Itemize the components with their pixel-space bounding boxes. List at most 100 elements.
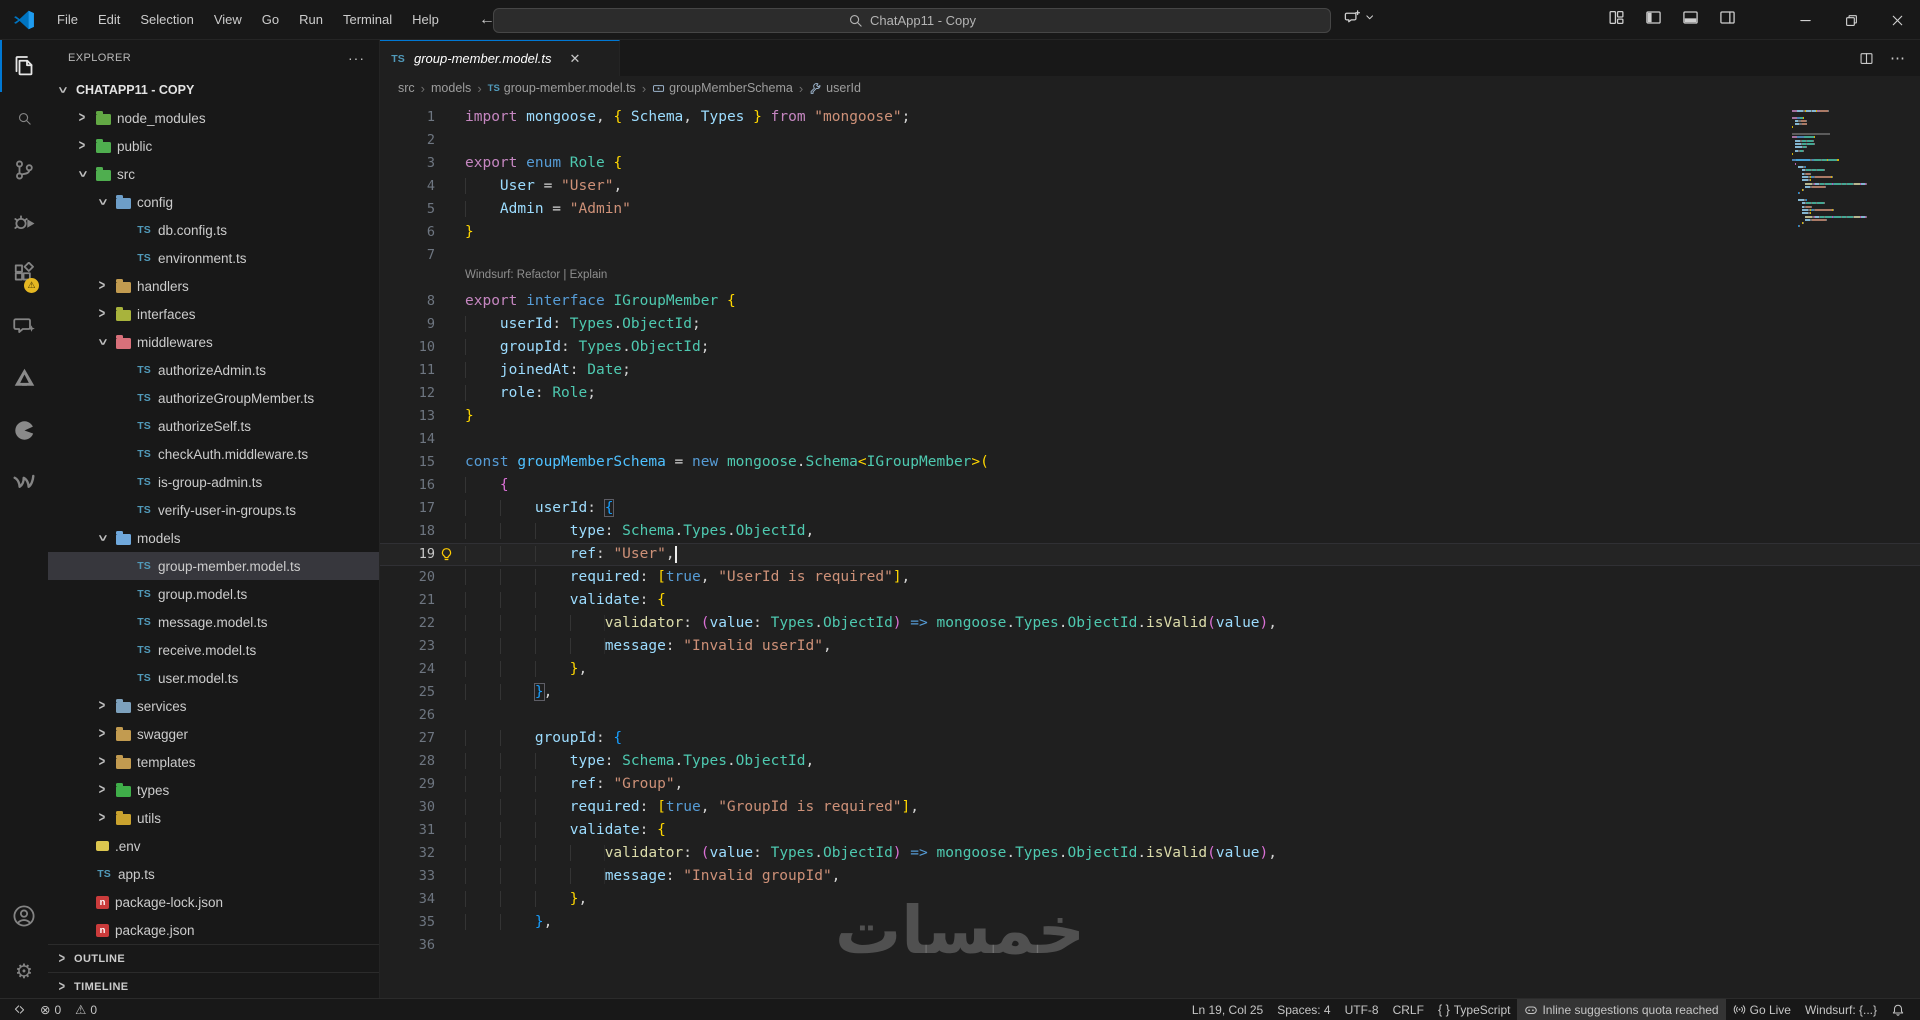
status-language-mode[interactable]: { } TypeScript [1431, 999, 1518, 1020]
tree-item-middlewares[interactable]: > middlewares [48, 328, 379, 356]
breadcrumb-userid[interactable]: userId [809, 81, 861, 95]
code-line-23[interactable]: 23 message: "Invalid userId", [380, 635, 1920, 658]
tree-item--env[interactable]: .env [48, 832, 379, 860]
status-remote-indicator[interactable] [6, 999, 33, 1020]
tree-item-models[interactable]: > models [48, 524, 379, 552]
status-cursor-position[interactable]: Ln 19, Col 25 [1185, 999, 1270, 1020]
activity-item-extensions[interactable]: ⚠ [0, 248, 48, 300]
tree-item-public[interactable]: > public [48, 132, 379, 160]
tree-item-message-model-ts[interactable]: TS message.model.ts [48, 608, 379, 636]
toggle-secondary-sidebar-icon[interactable] [1719, 9, 1736, 26]
tree-item-templates[interactable]: > templates [48, 748, 379, 776]
tree-root-folder[interactable]: > CHATAPP11 - COPY [48, 76, 379, 104]
breadcrumb-group-member-model-ts[interactable]: TS group-member.model.ts [488, 81, 636, 95]
chevron-collapsed-icon[interactable]: > [54, 979, 70, 995]
tree-item-interfaces[interactable]: > interfaces [48, 300, 379, 328]
lightbulb-icon[interactable] [439, 547, 454, 562]
tree-item-types[interactable]: > types [48, 776, 379, 804]
tree-item-package-json[interactable]: n package.json [48, 916, 379, 944]
breadcrumb-src[interactable]: src [398, 81, 415, 95]
chevron-expanded-icon[interactable]: > [54, 82, 70, 98]
code-line-4[interactable]: 4 User = "User", [380, 175, 1920, 198]
codelens-windsurf[interactable]: Windsurf: Refactor | Explain [380, 267, 1920, 290]
code-line-35[interactable]: 35 }, [380, 911, 1920, 934]
tree-item-swagger[interactable]: > swagger [48, 720, 379, 748]
tree-item-config[interactable]: > config [48, 188, 379, 216]
code-line-32[interactable]: 32 validator: (value: Types.ObjectId) =>… [380, 842, 1920, 865]
chevron-collapsed-icon[interactable]: > [74, 138, 90, 154]
status-go-live[interactable]: Go Live [1726, 999, 1798, 1020]
code-line-33[interactable]: 33 message: "Invalid groupId", [380, 865, 1920, 888]
code-line-10[interactable]: 10 groupId: Types.ObjectId; [380, 336, 1920, 359]
editor-more-actions-icon[interactable]: ⋯ [1890, 49, 1906, 67]
tree-item-is-group-admin-ts[interactable]: TS is-group-admin.ts [48, 468, 379, 496]
code-line-17[interactable]: 17 userId: { [380, 497, 1920, 520]
chevron-collapsed-icon[interactable]: > [54, 951, 70, 967]
chevron-down-icon[interactable] [1364, 11, 1377, 24]
status-notifications[interactable] [1884, 999, 1912, 1020]
menu-view[interactable]: View [204, 0, 252, 40]
code-line-9[interactable]: 9 userId: Types.ObjectId; [380, 313, 1920, 336]
code-line-36[interactable]: 36 [380, 934, 1920, 957]
breadcrumb-groupmemberschema[interactable]: groupMemberSchema [652, 81, 793, 95]
tree-item-group-model-ts[interactable]: TS group.model.ts [48, 580, 379, 608]
code-line-30[interactable]: 30 required: [true, "GroupId is required… [380, 796, 1920, 819]
status-encoding[interactable]: UTF-8 [1338, 999, 1386, 1020]
code-line-31[interactable]: 31 validate: { [380, 819, 1920, 842]
chevron-collapsed-icon[interactable]: > [74, 110, 90, 126]
code-line-28[interactable]: 28 type: Schema.Types.ObjectId, [380, 750, 1920, 773]
tree-item-authorizeself-ts[interactable]: TS authorizeSelf.ts [48, 412, 379, 440]
chevron-expanded-icon[interactable]: > [74, 166, 90, 182]
code-line-20[interactable]: 20 required: [true, "UserId is required"… [380, 566, 1920, 589]
activity-item-accounts[interactable] [0, 890, 48, 942]
menu-file[interactable]: File [47, 0, 88, 40]
activity-item-windsurf[interactable] [0, 456, 48, 508]
code-line-1[interactable]: 1 import mongoose, { Schema, Types } from… [380, 106, 1920, 129]
minimize-button[interactable] [1782, 0, 1828, 40]
code-line-24[interactable]: 24 }, [380, 658, 1920, 681]
command-center-search[interactable]: ChatApp11 - Copy [493, 8, 1331, 33]
activity-item-chat[interactable] [0, 300, 48, 352]
menu-go[interactable]: Go [252, 0, 289, 40]
code-line-15[interactable]: 15 const groupMemberSchema = new mongoose… [380, 451, 1920, 474]
toggle-sidebar-icon[interactable] [1645, 9, 1662, 26]
status-indentation[interactable]: Spaces: 4 [1270, 999, 1337, 1020]
code-line-26[interactable]: 26 [380, 704, 1920, 727]
code-line-22[interactable]: 22 validator: (value: Types.ObjectId) =>… [380, 612, 1920, 635]
customize-layout-icon[interactable] [1608, 9, 1625, 26]
tree-item-receive-model-ts[interactable]: TS receive.model.ts [48, 636, 379, 664]
minimap[interactable] [1792, 110, 1904, 232]
chat-add-icon[interactable] [1344, 9, 1361, 26]
chevron-collapsed-icon[interactable]: > [94, 278, 110, 294]
menu-run[interactable]: Run [289, 0, 333, 40]
activity-item-logo-a[interactable] [0, 352, 48, 404]
sidebar-panel-outline[interactable]: > OUTLINE [48, 944, 379, 972]
chevron-expanded-icon[interactable]: > [94, 530, 110, 546]
activity-item-logo-circle[interactable] [0, 404, 48, 456]
activity-item-run-debug[interactable] [0, 196, 48, 248]
activity-item-search[interactable] [0, 92, 48, 144]
sidebar-panel-timeline[interactable]: > TIMELINE [48, 972, 379, 998]
status-eol[interactable]: CRLF [1386, 999, 1431, 1020]
code-line-34[interactable]: 34 }, [380, 888, 1920, 911]
menu-selection[interactable]: Selection [130, 0, 203, 40]
breadcrumb-models[interactable]: models [431, 81, 471, 95]
chevron-collapsed-icon[interactable]: > [94, 306, 110, 322]
tree-item-verify-user-in-groups-ts[interactable]: TS verify-user-in-groups.ts [48, 496, 379, 524]
code-line-8[interactable]: 8 export interface IGroupMember { [380, 290, 1920, 313]
code-line-14[interactable]: 14 [380, 428, 1920, 451]
activity-item-settings[interactable]: ⚙ [0, 946, 48, 998]
chevron-collapsed-icon[interactable]: > [94, 810, 110, 826]
status-errors[interactable]: ⊗ 0 [33, 999, 68, 1020]
tree-item-checkauth-middleware-ts[interactable]: TS checkAuth.middleware.ts [48, 440, 379, 468]
menu-terminal[interactable]: Terminal [333, 0, 402, 40]
tree-item-user-model-ts[interactable]: TS user.model.ts [48, 664, 379, 692]
code-line-29[interactable]: 29 ref: "Group", [380, 773, 1920, 796]
tree-item-app-ts[interactable]: TS app.ts [48, 860, 379, 888]
activity-item-source-control[interactable] [0, 144, 48, 196]
toggle-panel-icon[interactable] [1682, 9, 1699, 26]
code-editor[interactable]: 1 import mongoose, { Schema, Types } from… [380, 100, 1920, 998]
code-line-7[interactable]: 7 [380, 244, 1920, 267]
chevron-collapsed-icon[interactable]: > [94, 698, 110, 714]
code-line-27[interactable]: 27 groupId: { [380, 727, 1920, 750]
